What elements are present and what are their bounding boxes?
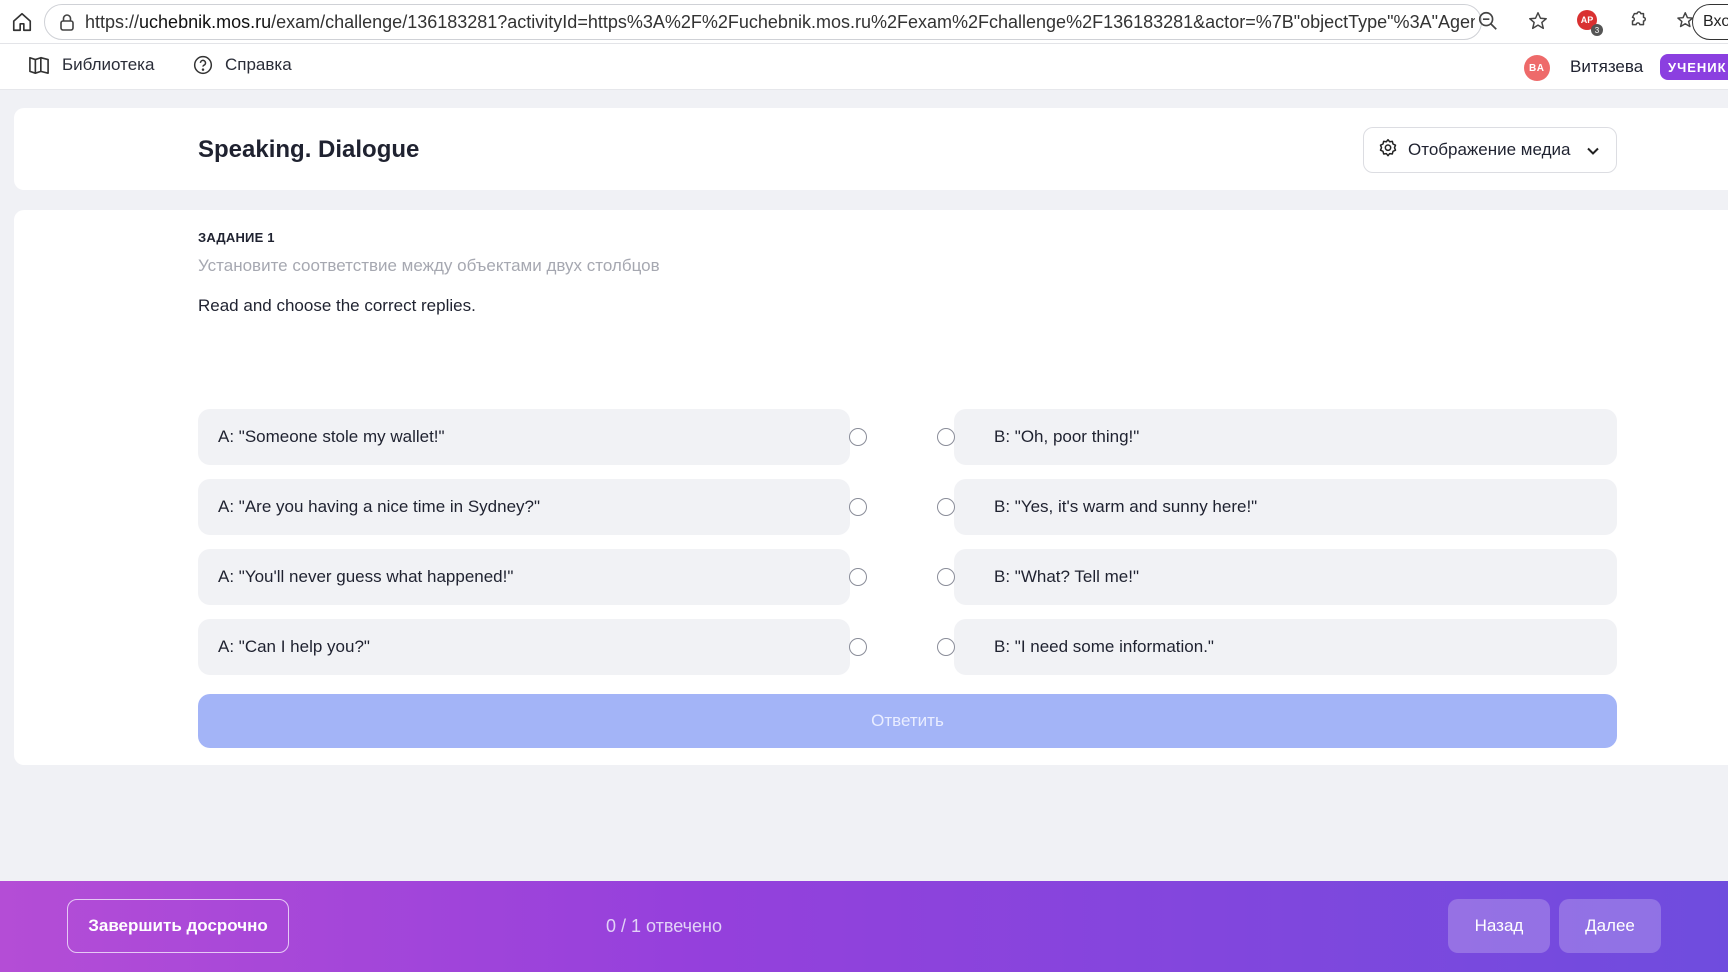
- right-item-1-connector[interactable]: [937, 428, 955, 446]
- back-button[interactable]: Назад: [1448, 899, 1550, 953]
- right-item-2-connector[interactable]: [937, 498, 955, 516]
- nav-library-label: Библиотека: [62, 55, 155, 74]
- left-item-text: A: "Are you having a nice time in Sydney…: [218, 497, 541, 516]
- help-icon: [193, 55, 213, 75]
- task-number: ЗАДАНИЕ 1: [198, 230, 275, 245]
- signin-button[interactable]: Вход: [1692, 4, 1728, 40]
- bookmark-star-icon[interactable]: [1525, 8, 1551, 34]
- right-item-1[interactable]: B: "Oh, poor thing!": [937, 409, 1617, 465]
- task-card: ЗАДАНИЕ 1 Установите соответствие между …: [14, 210, 1728, 765]
- book-icon: [28, 55, 50, 75]
- progress-counter: 0 / 1 отвечено: [606, 916, 722, 936]
- left-item-3-connector[interactable]: [849, 568, 867, 586]
- answer-button[interactable]: Ответить: [198, 694, 1617, 748]
- right-item-3[interactable]: B: "What? Tell me!": [937, 549, 1617, 605]
- nav-help[interactable]: Справка: [193, 55, 292, 75]
- task-subtitle: Установите соответствие между объектами …: [198, 256, 660, 275]
- url-text: https://uchebnik.mos.ru/exam/challenge/1…: [85, 11, 1475, 32]
- left-item-text: A: "You'll never guess what happened!": [218, 567, 514, 586]
- next-button[interactable]: Далее: [1559, 899, 1661, 953]
- address-bar[interactable]: https://uchebnik.mos.ru/exam/challenge/1…: [44, 4, 1482, 40]
- home-icon[interactable]: [8, 8, 36, 36]
- right-item-text: B: "What? Tell me!": [994, 567, 1139, 586]
- extension-adblock-icon[interactable]: AP 3: [1575, 8, 1603, 36]
- zoom-out-icon[interactable]: [1475, 8, 1501, 34]
- user-name[interactable]: Витязева: [1570, 57, 1643, 77]
- extensions-puzzle-icon[interactable]: [1625, 8, 1651, 34]
- left-item-4[interactable]: A: "Can I help you?": [198, 619, 867, 675]
- left-item-2[interactable]: A: "Are you having a nice time in Sydney…: [198, 479, 867, 535]
- lock-icon[interactable]: [57, 12, 77, 32]
- right-item-text: B: "Yes, it's warm and sunny here!": [994, 497, 1258, 516]
- task-instruction: Read and choose the correct replies.: [198, 296, 476, 315]
- left-item-1[interactable]: A: "Someone stole my wallet!": [198, 409, 867, 465]
- left-item-4-connector[interactable]: [849, 638, 867, 656]
- settings-icon: [1378, 138, 1398, 163]
- nav-help-label: Справка: [225, 55, 292, 74]
- left-item-3[interactable]: A: "You'll never guess what happened!": [198, 549, 867, 605]
- media-display-dropdown[interactable]: Отображение медиа: [1363, 127, 1617, 173]
- media-display-label: Отображение медиа: [1408, 140, 1571, 159]
- avatar[interactable]: ВА: [1524, 55, 1550, 81]
- right-item-3-connector[interactable]: [937, 568, 955, 586]
- left-item-2-connector[interactable]: [849, 498, 867, 516]
- right-column: B: "Oh, poor thing!" B: "Yes, it's warm …: [937, 409, 1617, 689]
- chevron-down-icon: [1586, 143, 1600, 163]
- left-item-text: A: "Can I help you?": [218, 637, 370, 656]
- nav-library[interactable]: Библиотека: [28, 55, 154, 75]
- app-navigation: Библиотека Справка ВА Витязева УЧЕНИК: [0, 44, 1728, 90]
- browser-toolbar: https://uchebnik.mos.ru/exam/challenge/1…: [0, 0, 1728, 44]
- left-item-1-connector[interactable]: [849, 428, 867, 446]
- left-item-text: A: "Someone stole my wallet!": [218, 427, 445, 446]
- right-item-4[interactable]: B: "I need some information.": [937, 619, 1617, 675]
- right-item-text: B: "Oh, poor thing!": [994, 427, 1140, 446]
- toolbar-icons: AP 3: [1475, 8, 1701, 36]
- role-badge: УЧЕНИК: [1660, 54, 1728, 80]
- bottom-bar: Завершить досрочно 0 / 1 отвечено Назад …: [0, 881, 1728, 972]
- signin-label: Вход: [1703, 13, 1728, 30]
- page-title: Speaking. Dialogue: [198, 136, 420, 163]
- right-item-4-connector[interactable]: [937, 638, 955, 656]
- finish-early-button[interactable]: Завершить досрочно: [67, 899, 289, 953]
- right-item-2[interactable]: B: "Yes, it's warm and sunny here!": [937, 479, 1617, 535]
- title-card: Speaking. Dialogue Отображение медиа: [14, 108, 1728, 190]
- left-column: A: "Someone stole my wallet!" A: "Are yo…: [198, 409, 867, 689]
- right-item-text: B: "I need some information.": [994, 637, 1214, 656]
